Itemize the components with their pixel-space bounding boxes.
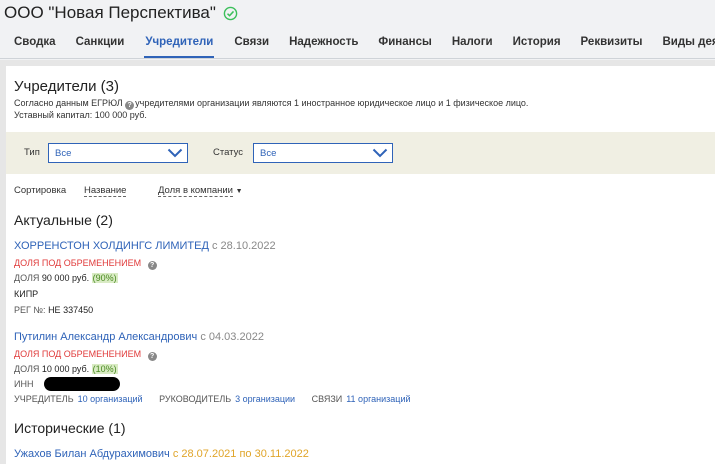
company-name: ООО "Новая Перспектива" <box>4 3 216 22</box>
historical-founder-1: Ужахов Билан Абдурахимович с 28.07.2021 … <box>14 448 309 460</box>
founder-2-link[interactable]: Путилин Александр Александрович <box>14 331 197 343</box>
tab-finance[interactable]: Финансы <box>378 30 431 58</box>
founder-1-link[interactable]: ХОРРЕНСТОН ХОЛДИНГС ЛИМИТЕД <box>14 240 209 252</box>
founder-2-links-label: СВЯЗИ <box>311 394 343 404</box>
status-select[interactable]: Все <box>253 143 393 163</box>
header-divider <box>0 58 715 59</box>
founder-1-country: КИПР <box>14 289 39 299</box>
founder-2-share-label: ДОЛЯ <box>14 364 40 374</box>
type-filter-label: Тип <box>24 147 40 158</box>
actual-title: Актуальные (2) <box>14 212 113 228</box>
founder-1-share-value: 90 000 руб. <box>41 273 90 283</box>
founder-1-reg: РЕГ №: HE 337450 <box>14 305 93 315</box>
tab-taxes[interactable]: Налоги <box>452 30 493 58</box>
founder-1-share-percent: (90%) <box>91 273 118 283</box>
status-filter-label: Статус <box>213 147 244 158</box>
tab-history[interactable]: История <box>513 30 561 58</box>
tab-bar: Сводка Санкции Учредители Связи Надежнос… <box>0 30 715 58</box>
founder-2-share-value: 10 000 руб. <box>41 364 90 374</box>
tab-activities[interactable]: Виды деят <box>662 30 715 58</box>
founder-2-share: ДОЛЯ 10 000 руб. (10%) <box>14 364 118 374</box>
egrul-note-prefix: Согласно данным ЕГРЮЛ <box>14 98 123 108</box>
founder-2-head-link[interactable]: 3 организации <box>235 394 295 404</box>
founder-2-inn: ИНН <box>14 377 120 391</box>
founder-1-since: с 28.10.2022 <box>212 240 276 252</box>
founder-1: ХОРРЕНСТОН ХОЛДИНГС ЛИМИТЕД с 28.10.2022 <box>14 240 276 252</box>
founder-2-share-percent: (10%) <box>91 364 118 374</box>
founder-1-encumbrance: ДОЛЯ ПОД ОБРЕМЕНЕНИЕМ ? <box>14 258 158 270</box>
sort-by-share-label: Доля в компании <box>158 185 233 197</box>
founder-2: Путилин Александр Александрович с 04.03.… <box>14 331 264 343</box>
filter-bar: Тип Все Статус Все <box>6 132 715 174</box>
founder-2-encumbrance-text: ДОЛЯ ПОД ОБРЕМЕНЕНИЕМ <box>14 349 142 359</box>
tab-founders[interactable]: Учредители <box>144 30 215 58</box>
founder-2-inn-label: ИНН <box>14 379 34 389</box>
egrul-note-suffix: учредителями организации являются 1 инос… <box>135 98 529 108</box>
egrul-note: Согласно данным ЕГРЮЛ ? учредителями орга… <box>14 98 528 110</box>
founder-2-links-link[interactable]: 11 организаций <box>346 394 410 404</box>
company-header: ООО "Новая Перспектива" Сводка Санкции У… <box>0 0 715 60</box>
founder-2-stats: УЧРЕДИТЕЛЬ 10 организаций РУКОВОДИТЕЛЬ 3 о… <box>14 394 411 404</box>
help-icon[interactable]: ? <box>147 352 157 361</box>
sort-by-name-label: Название <box>84 185 127 197</box>
section-title: Учредители (3) <box>14 78 120 95</box>
chevron-down-icon <box>372 148 388 158</box>
company-title-row: ООО "Новая Перспектива" <box>4 3 238 23</box>
tab-connections[interactable]: Связи <box>234 30 269 58</box>
verified-check-icon <box>223 6 238 20</box>
redacted-inn <box>43 377 120 391</box>
type-select-value: Все <box>55 148 72 159</box>
founder-2-encumbrance: ДОЛЯ ПОД ОБРЕМЕНЕНИЕМ ? <box>14 349 158 361</box>
sort-by-name[interactable]: Название <box>84 185 127 197</box>
caret-down-icon: ▼ <box>235 188 243 195</box>
historical-founder-1-period: с 28.07.2021 по 30.11.2022 <box>172 448 309 460</box>
founders-panel: Учредители (3) Согласно данным ЕГРЮЛ ? уч… <box>6 66 715 464</box>
founder-1-reg-value: HE 337450 <box>48 305 94 315</box>
historical-title: Исторические (1) <box>14 420 126 436</box>
founder-2-since: с 04.03.2022 <box>200 331 264 343</box>
tab-reliability[interactable]: Надежность <box>289 30 358 58</box>
founder-2-founder-label: УЧРЕДИТЕЛЬ <box>14 394 74 404</box>
chevron-down-icon <box>167 148 183 158</box>
type-select[interactable]: Все <box>48 143 188 163</box>
tab-requisites[interactable]: Реквизиты <box>581 30 643 58</box>
founder-2-founder-link[interactable]: 10 организаций <box>78 394 143 404</box>
sort-by-share[interactable]: Доля в компании ▼ <box>158 185 243 197</box>
founder-1-share-label: ДОЛЯ <box>14 273 40 283</box>
founder-2-head-label: РУКОВОДИТЕЛЬ <box>159 394 232 404</box>
help-icon[interactable]: ? <box>147 261 157 270</box>
founder-1-share: ДОЛЯ 90 000 руб. (90%) <box>14 273 118 283</box>
tab-summary[interactable]: Сводка <box>14 30 56 58</box>
historical-founder-1-link[interactable]: Ужахов Билан Абдурахимович <box>14 448 170 460</box>
founder-1-encumbrance-text: ДОЛЯ ПОД ОБРЕМЕНЕНИЕМ <box>14 258 142 268</box>
sort-label: Сортировка <box>14 185 67 196</box>
founder-1-reg-label: РЕГ №: <box>14 305 46 315</box>
tab-sanctions[interactable]: Санкции <box>76 30 125 58</box>
help-icon[interactable]: ? <box>125 101 135 110</box>
authorized-capital: Уставный капитал: 100 000 руб. <box>14 110 147 120</box>
status-select-value: Все <box>260 148 277 159</box>
